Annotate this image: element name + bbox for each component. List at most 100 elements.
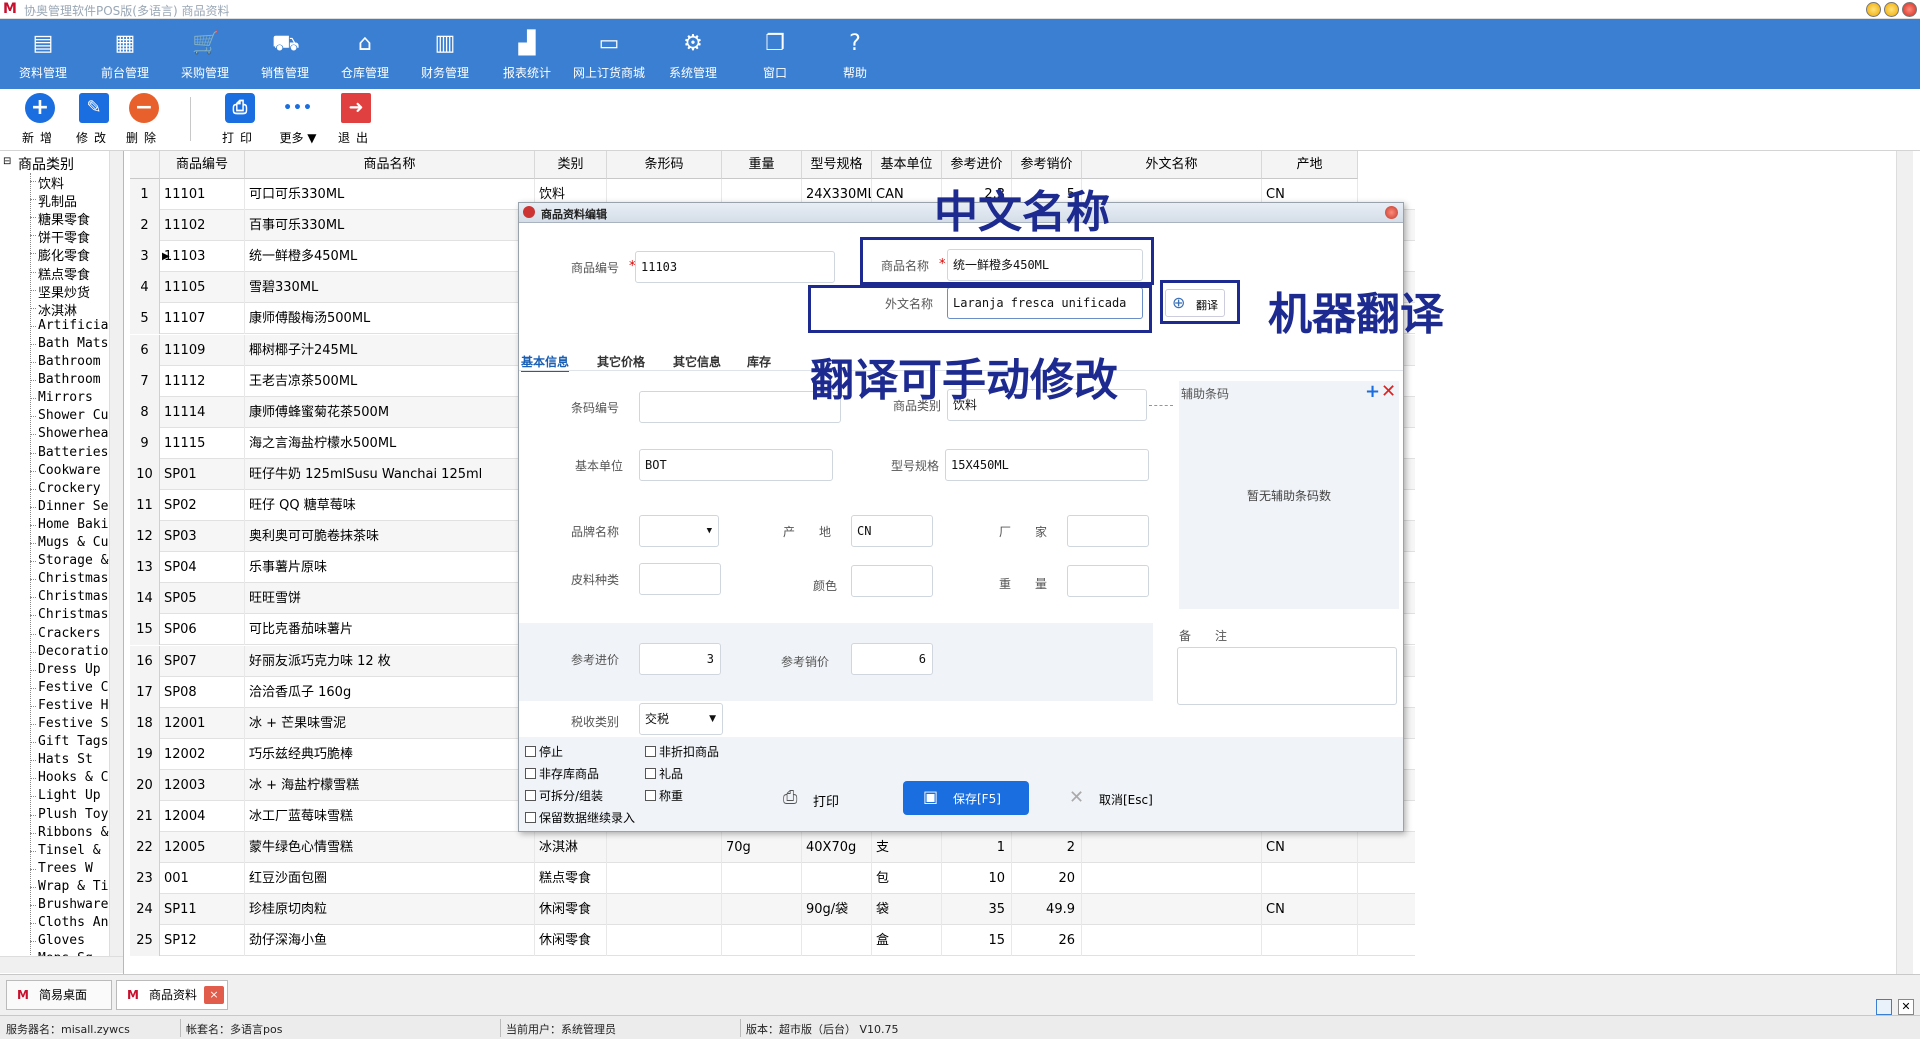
column-header[interactable]: 基本单位 <box>872 151 942 179</box>
checkbox[interactable] <box>645 746 656 757</box>
cell-code[interactable]: 11105 <box>160 272 245 304</box>
cell-code[interactable]: SP01 <box>160 458 245 490</box>
cell-code[interactable]: 11103 <box>160 241 245 273</box>
cell-spec[interactable] <box>802 863 872 895</box>
cell-code[interactable]: SP08 <box>160 676 245 708</box>
tree-item[interactable]: Crockery <box>38 481 101 496</box>
menu-store[interactable]: ▭ 网上订货商城 <box>566 19 652 89</box>
cell-code[interactable]: 12002 <box>160 738 245 770</box>
unit-field[interactable]: BOT <box>639 449 833 481</box>
cell-name[interactable]: 红豆沙面包圈 <box>245 863 535 895</box>
cell-weight[interactable] <box>722 925 802 957</box>
exit-button[interactable]: ➜ 退出 <box>334 93 378 147</box>
tree-item[interactable]: Dinner Se <box>38 499 108 514</box>
close-button[interactable] <box>1902 2 1917 17</box>
tree-item[interactable]: Light Up <box>38 788 101 803</box>
checkbox[interactable] <box>525 746 536 757</box>
menu-chart[interactable]: ▟ 报表统计 <box>492 19 562 89</box>
table-vertical-scrollbar[interactable] <box>1896 151 1913 974</box>
checkbox-option[interactable]: 停止 <box>525 743 563 760</box>
tree-item[interactable]: Gloves <box>38 933 85 948</box>
delete-button[interactable]: − 删除 <box>122 93 166 147</box>
tree-item[interactable]: Festive S <box>38 716 108 731</box>
cell-code[interactable]: 11112 <box>160 365 245 397</box>
menu-cart[interactable]: 🛒 采购管理 <box>170 19 240 89</box>
cell-code[interactable]: SP04 <box>160 552 245 584</box>
checkbox[interactable] <box>645 768 656 779</box>
cell-barcode[interactable] <box>607 925 722 957</box>
tree-item[interactable]: Christmas <box>38 589 108 604</box>
tree-item[interactable]: 糕点零食 <box>38 264 90 283</box>
maximize-button[interactable] <box>1884 2 1899 17</box>
tree-item[interactable]: 冰淇淋 <box>38 300 77 319</box>
cell-weight[interactable] <box>722 894 802 926</box>
cell-name[interactable]: 旺仔牛奶 125mlSusu Wanchai 125ml <box>245 458 535 490</box>
checkbox[interactable] <box>525 768 536 779</box>
cell-name[interactable]: 旺旺雪饼 <box>245 583 535 615</box>
remark-field[interactable] <box>1177 647 1397 705</box>
tax-select[interactable]: 交税 ▼ <box>639 703 723 735</box>
tree-item[interactable]: Christmas <box>38 571 108 586</box>
tree-item[interactable]: Hats St <box>38 752 93 767</box>
tree-item[interactable]: Tinsel & <box>38 843 101 858</box>
checkbox[interactable] <box>645 790 656 801</box>
cell-price[interactable]: 2 <box>1012 832 1082 864</box>
table-row[interactable]: 22 12005 蒙牛绿色心情雪糕 冰淇淋 70g 40X70g 支 1 2 CN <box>130 832 1415 864</box>
cell-weight[interactable] <box>722 863 802 895</box>
tree-root[interactable]: 商品类别 <box>18 154 74 174</box>
tree-vertical-scrollbar[interactable] <box>109 151 123 956</box>
tree-item[interactable]: Cookware <box>38 463 101 478</box>
cell-code[interactable]: 11102 <box>160 210 245 242</box>
cell-code[interactable]: 11107 <box>160 303 245 335</box>
cell-name[interactable]: 冰 + 海盐柠檬雪糕 <box>245 769 535 801</box>
menu-window[interactable]: ❐ 窗口 <box>740 19 810 89</box>
tree-horizontal-scrollbar[interactable] <box>0 956 123 973</box>
add-icon[interactable]: + <box>1365 381 1380 402</box>
column-header[interactable]: 参考进价 <box>942 151 1012 179</box>
cell-code[interactable]: SP02 <box>160 490 245 521</box>
sale-price-field[interactable]: 6 <box>851 643 933 675</box>
cell-foreign[interactable] <box>1082 925 1262 957</box>
cell-name[interactable]: 珍桂原切肉粒 <box>245 894 535 926</box>
cell-foreign[interactable] <box>1082 863 1262 895</box>
cell-cat[interactable]: 休闲零食 <box>535 925 607 957</box>
column-header[interactable]: 型号规格 <box>802 151 872 179</box>
collapse-icon[interactable]: ⊟ <box>3 156 11 167</box>
column-header[interactable]: 参考销价 <box>1012 151 1082 179</box>
tree-item[interactable]: Mirrors <box>38 390 93 405</box>
cell-origin[interactable] <box>1262 925 1358 957</box>
cell-code[interactable]: 001 <box>160 863 245 895</box>
tree-item[interactable]: Mugs & Cu <box>38 535 108 550</box>
minimize-button[interactable] <box>1866 2 1881 17</box>
menu-help[interactable]: ? 帮助 <box>820 19 890 89</box>
column-header[interactable]: 外文名称 <box>1082 151 1262 179</box>
tree-item[interactable]: Shower Cu <box>38 408 108 423</box>
cell-spec[interactable] <box>802 925 872 957</box>
origin-field[interactable]: CN <box>851 515 933 547</box>
cell-unit[interactable]: 盒 <box>872 925 942 957</box>
tree-item[interactable]: Ribbons & <box>38 825 108 840</box>
cell-code[interactable]: 11115 <box>160 427 245 459</box>
cell-name[interactable]: 百事可乐330ML <box>245 210 535 242</box>
menu-trolley[interactable]: ⛟ 销售管理 <box>250 19 320 89</box>
cell-code[interactable]: SP12 <box>160 925 245 957</box>
tree-item[interactable]: Bath Mats <box>38 336 108 351</box>
cell-code[interactable]: 12001 <box>160 707 245 739</box>
tree-item[interactable]: 糖果零食 <box>38 209 90 228</box>
column-header[interactable]: 商品名称 <box>245 151 535 179</box>
cell-name[interactable]: 冰 + 芒果味雪泥 <box>245 707 535 739</box>
tab-2[interactable]: 其它信息 <box>673 353 721 370</box>
cell-origin[interactable]: CN <box>1262 894 1358 926</box>
cell-name[interactable]: 椰树椰子汁245ML <box>245 334 535 366</box>
checkbox-option[interactable]: 礼品 <box>645 765 683 782</box>
tree-item[interactable]: Brushware <box>38 897 108 912</box>
cell-cat[interactable]: 糕点零食 <box>535 863 607 895</box>
cell-spec[interactable]: 90g/袋 <box>802 894 872 926</box>
table-row[interactable]: 23 001 红豆沙面包圈 糕点零食 包 10 20 <box>130 863 1415 895</box>
column-header[interactable]: 商品编号 <box>160 151 245 179</box>
cell-unit[interactable]: 包 <box>872 863 942 895</box>
skin-type-field[interactable] <box>639 563 721 595</box>
tab-1[interactable]: 其它价格 <box>597 353 645 370</box>
cell-name[interactable]: 蒙牛绿色心情雪糕 <box>245 832 535 864</box>
dialog-print-button[interactable]: ⎙ 打印 <box>783 787 853 811</box>
